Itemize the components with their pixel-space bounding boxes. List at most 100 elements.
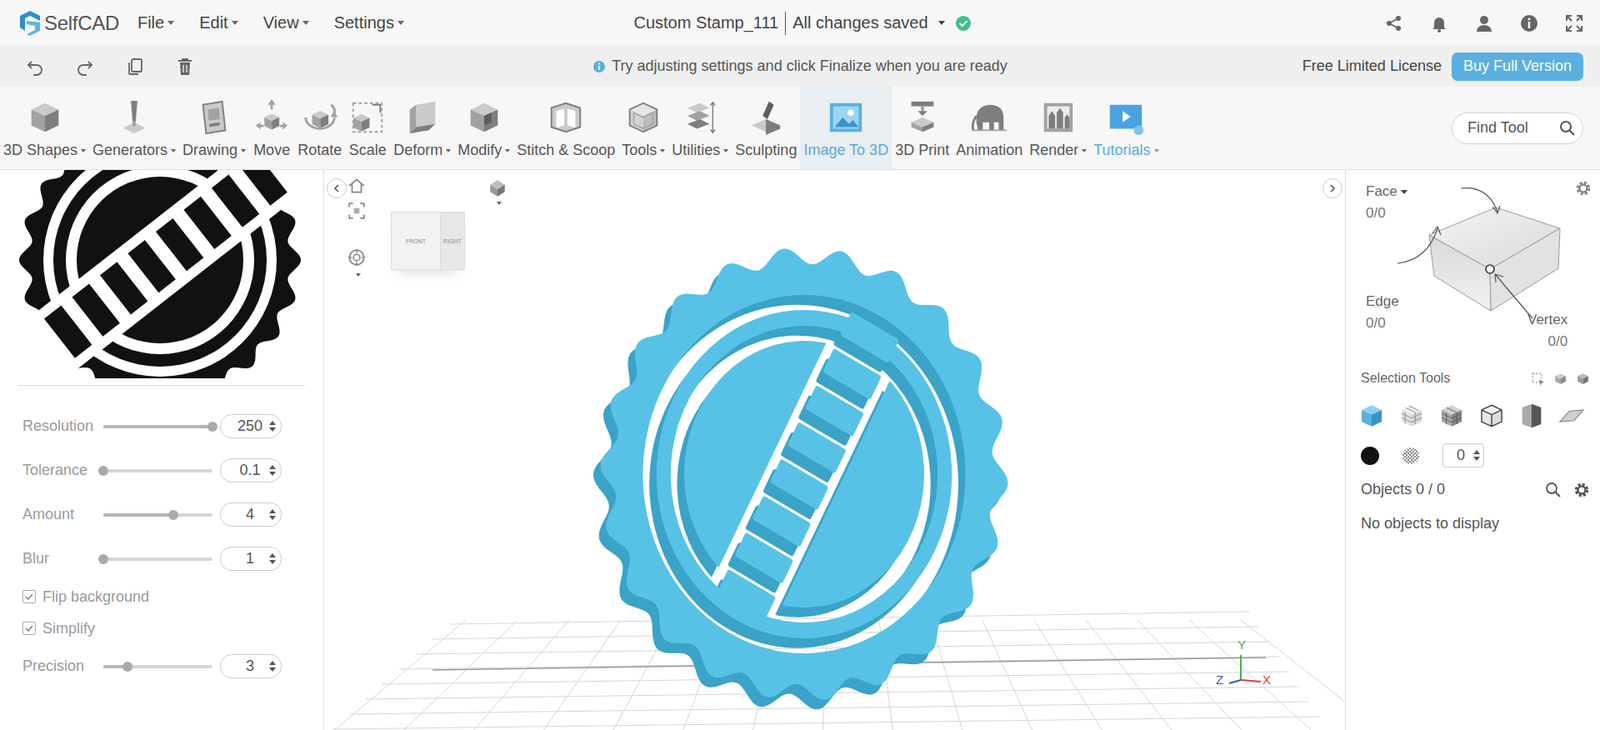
copy-icon[interactable] [125,56,145,77]
gear-icon[interactable] [1575,180,1592,197]
box-select-icon[interactable] [1530,371,1545,386]
bell-icon[interactable] [1430,14,1449,33]
slider-thumb[interactable] [122,661,133,672]
camera-tool[interactable] [487,178,508,205]
undo-icon[interactable] [25,56,45,77]
tool-button[interactable]: Tutorials [1090,86,1162,170]
tool-button[interactable]: Sculpting [731,86,800,170]
workspace: Resolution250Tolerance0.1Amount4Blur1Fli… [0,170,1600,730]
slider[interactable] [103,513,213,517]
tool-button[interactable]: Scale [345,86,390,170]
spinner-icon[interactable] [269,553,276,565]
tool-button[interactable]: Render [1025,86,1090,170]
menu-item[interactable]: Settings [334,13,405,33]
collapse-left-panel-button[interactable] [326,178,347,199]
spinner-icon[interactable] [269,465,276,476]
selection-tool-button[interactable] [1555,400,1588,432]
selection-tool-button[interactable] [1395,400,1428,432]
spinner-icon[interactable] [269,420,276,432]
target-icon[interactable] [347,248,366,267]
texture-sphere-icon[interactable] [1400,445,1421,466]
slider-thumb[interactable] [207,421,218,432]
cube-select-icon[interactable] [1553,371,1568,386]
selection-tool-button[interactable] [1475,400,1508,432]
number-input[interactable]: 4 [220,502,282,527]
tool-button[interactable]: Animation [952,86,1026,170]
find-tool-input[interactable] [1465,118,1560,138]
slider-thumb[interactable] [98,465,109,476]
gear-icon[interactable] [1573,481,1590,499]
menu-item[interactable]: File [137,13,175,33]
number-input[interactable]: 250 [220,414,282,439]
checkbox-row[interactable]: Simplify [22,612,324,645]
slider[interactable] [103,425,213,429]
number-input[interactable]: 0.1 [220,458,282,483]
menu-item[interactable]: View [263,13,310,33]
info-icon [592,60,606,74]
3d-viewport[interactable]: FRONTRIGHTYZX [324,170,1345,730]
tool-button[interactable]: 3D Shapes [0,86,90,170]
tool-button[interactable]: Rotate [294,86,345,170]
number-input[interactable]: 1 [220,546,282,571]
view-cube[interactable]: FRONTRIGHT [390,211,465,270]
tool-button[interactable]: Modify [454,86,514,170]
save-status[interactable]: All changes saved [792,13,928,33]
tool-button[interactable]: Move [249,86,295,170]
vertex-mode[interactable]: Vertex0/0 [1527,311,1568,350]
tool-button[interactable]: Stitch & Scoop [513,86,619,170]
find-tool-search[interactable] [1451,112,1584,145]
count-input[interactable]: 0 [1442,443,1485,468]
selection-tool-button[interactable] [1515,400,1548,432]
tool-button[interactable]: 3D Print [891,86,953,170]
tool-button[interactable]: Utilities [668,86,732,170]
top-bar: SelfCAD File Edit View Settings Custom Stamp_… [0,0,1600,46]
tool-button[interactable]: Tools [618,86,669,170]
face-mode[interactable]: Face0/0 [1365,183,1408,222]
tool-button[interactable]: Drawing [179,86,250,170]
slider[interactable] [103,557,213,561]
fullscreen-icon[interactable] [1565,14,1584,33]
tool-button[interactable]: Image To 3D [800,86,892,170]
help-icon[interactable] [1520,14,1539,33]
slider[interactable] [103,469,213,473]
number-input[interactable]: 3 [220,654,282,679]
trash-icon[interactable] [175,56,195,77]
search-icon[interactable] [1559,120,1576,137]
checkbox[interactable] [22,621,36,635]
tool-button[interactable]: Generators [89,86,180,170]
buy-full-version-button[interactable]: Buy Full Version [1451,52,1584,81]
edge-mode[interactable]: Edge0/0 [1365,293,1400,332]
param-label: Precision [22,657,104,675]
spinner-icon[interactable] [1473,450,1480,461]
selection-tool-button[interactable] [1435,400,1468,432]
divider [785,11,786,35]
user-icon[interactable] [1475,14,1494,33]
selection-tool-button[interactable] [1355,400,1388,432]
slider[interactable] [103,665,213,669]
checkbox-row[interactable]: Flip background [22,580,324,613]
search-icon[interactable] [1545,481,1562,499]
object-select-icon[interactable] [1575,371,1590,386]
slider-thumb[interactable] [98,554,109,565]
tool-icon [624,98,663,137]
redo-icon[interactable] [75,56,95,77]
share-icon[interactable] [1385,14,1404,33]
home-icon[interactable] [347,176,366,195]
tool-button[interactable]: Deform [390,86,455,170]
stamp-model[interactable] [548,201,1053,730]
fit-view-icon[interactable] [347,201,366,220]
caret-icon[interactable] [355,273,361,277]
slider-thumb[interactable] [168,510,179,520]
checkbox[interactable] [22,590,36,604]
tool-icon [465,98,504,137]
view-cube-right[interactable]: RIGHT [440,211,465,270]
view-cube-front[interactable]: FRONT [390,211,441,270]
project-title[interactable]: Custom Stamp_111 [633,13,779,33]
collapse-right-panel-button[interactable] [1322,178,1343,199]
color-swatch[interactable] [1360,446,1380,465]
caret-icon[interactable] [1400,190,1408,195]
spinner-icon[interactable] [269,660,276,672]
menu-item[interactable]: Edit [199,13,238,33]
logo[interactable]: SelfCAD [16,9,120,38]
spinner-icon[interactable] [269,509,276,520]
